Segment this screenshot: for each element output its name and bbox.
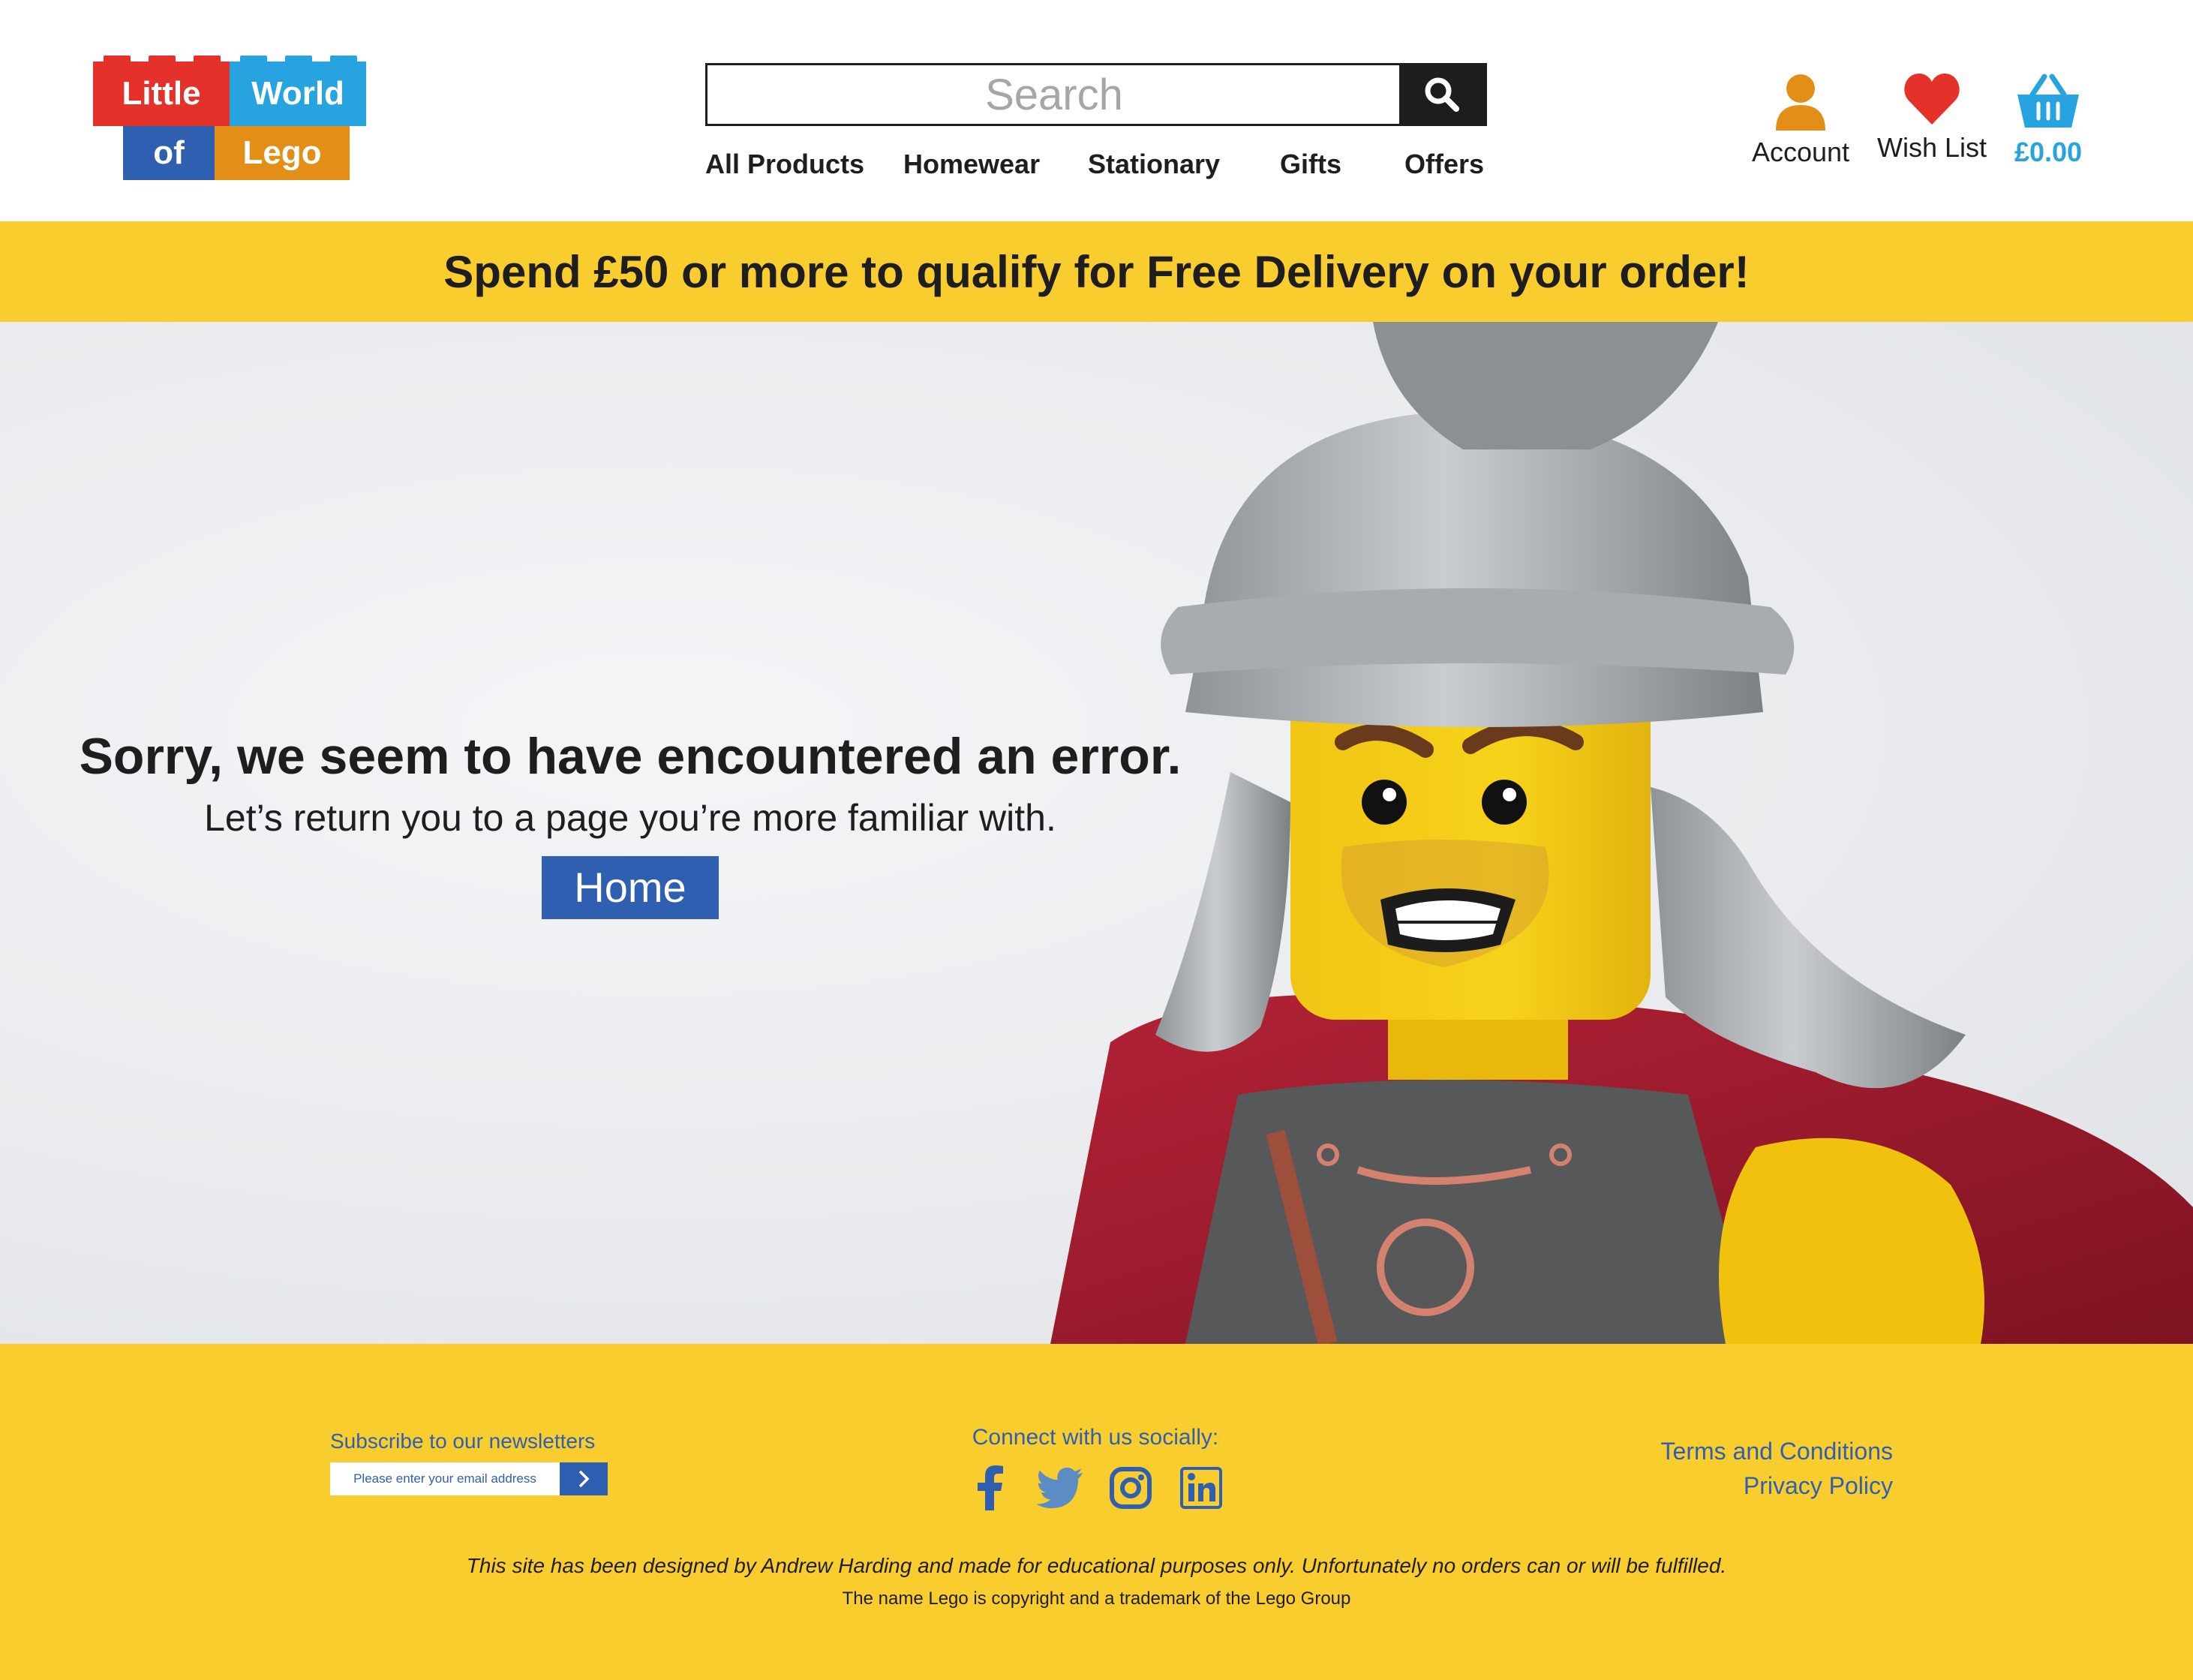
logo-brick-of: of [123, 126, 215, 180]
logo-brick-little: Little [93, 56, 230, 126]
nav-gifts[interactable]: Gifts [1280, 149, 1341, 180]
account-link[interactable]: Account [1748, 72, 1853, 168]
basket-icon [2017, 74, 2079, 128]
privacy-link[interactable]: Privacy Policy [1661, 1468, 1893, 1503]
terms-link[interactable]: Terms and Conditions [1661, 1434, 1893, 1468]
logo-word-little: Little [122, 75, 201, 112]
newsletter-submit-button[interactable] [560, 1462, 608, 1495]
instagram-icon[interactable] [1107, 1464, 1155, 1512]
site-header: Little World of Lego Search All Products… [0, 0, 2193, 221]
page: Little World of Lego Search All Products… [0, 0, 2193, 1680]
footer-copyright: The name Lego is copyright and a tradema… [842, 1588, 1351, 1609]
error-heading: Sorry, we seem to have encountered an er… [79, 728, 1182, 785]
nav-stationary[interactable]: Stationary [1088, 149, 1220, 180]
twitter-icon[interactable] [1036, 1464, 1084, 1512]
error-message-block: Sorry, we seem to have encountered an er… [75, 727, 1185, 919]
heart-icon [1904, 74, 1960, 125]
account-icon [1776, 74, 1825, 131]
legal-links: Terms and Conditions Privacy Policy [1661, 1434, 1893, 1503]
logo-word-world: World [251, 75, 344, 112]
nav-all-products[interactable]: All Products [705, 149, 864, 180]
email-field[interactable] [330, 1462, 560, 1495]
search-input[interactable] [707, 65, 1401, 124]
social-section: Connect with us socially: [900, 1425, 1290, 1512]
search-icon [1425, 77, 1459, 112]
nav-homewear[interactable]: Homewear [903, 149, 1040, 180]
linkedin-icon[interactable] [1177, 1464, 1225, 1512]
chevron-right-icon [578, 1470, 590, 1488]
wishlist-label: Wish List [1876, 132, 1987, 163]
facebook-icon[interactable] [966, 1464, 1014, 1512]
logo-word-lego: Lego [242, 134, 322, 171]
error-hero: Sorry, we seem to have encountered an er… [0, 322, 2193, 1344]
site-logo[interactable]: Little World of Lego [93, 56, 366, 180]
site-footer: Subscribe to our newsletters Connect wit… [0, 1344, 2193, 1680]
logo-brick-world: World [230, 56, 366, 126]
newsletter-section: Subscribe to our newsletters [330, 1429, 615, 1495]
newsletter-label: Subscribe to our newsletters [330, 1429, 596, 1453]
delivery-banner: Spend £50 or more to qualify for Free De… [0, 221, 2193, 322]
error-subheading: Let’s return you to a page you’re more f… [204, 797, 1056, 839]
delivery-banner-text: Spend £50 or more to qualify for Free De… [443, 246, 1750, 297]
social-label: Connect with us socially: [972, 1425, 1219, 1450]
wishlist-link[interactable]: Wish List [1876, 72, 1988, 164]
social-icons [900, 1464, 1290, 1512]
footer-disclaimer: This site has been designed by Andrew Ha… [466, 1554, 1727, 1577]
search-bar [705, 63, 1487, 126]
account-label: Account [1751, 137, 1850, 167]
logo-word-of: of [153, 134, 185, 171]
main-nav: All Products Homewear Stationary Gifts O… [705, 149, 1487, 188]
search-button[interactable] [1399, 65, 1485, 124]
logo-brick-lego: Lego [215, 126, 350, 180]
home-button[interactable]: Home [542, 856, 719, 919]
basket-total: £0.00 [2014, 137, 2083, 167]
newsletter-form [330, 1462, 608, 1495]
basket-link[interactable]: £0.00 [2003, 72, 2093, 168]
nav-offers[interactable]: Offers [1404, 149, 1484, 180]
